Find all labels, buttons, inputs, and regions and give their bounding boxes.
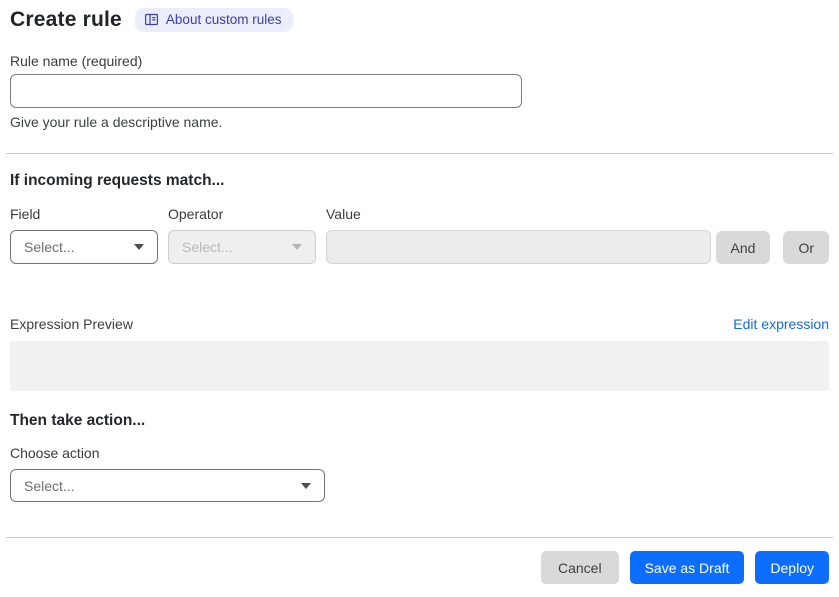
about-custom-rules-link[interactable]: About custom rules [134, 8, 294, 32]
operator-select: Select... [168, 230, 316, 264]
create-rule-page: Create rule About custom rules Rule name… [0, 0, 839, 584]
rule-name-label: Rule name (required) [10, 53, 143, 69]
chevron-down-icon [301, 482, 311, 489]
section-divider [6, 153, 833, 154]
and-button[interactable]: And [715, 231, 771, 264]
match-section-heading: If incoming requests match... [10, 172, 225, 189]
field-label: Field [10, 206, 41, 222]
field-select-value: Select... [24, 239, 75, 255]
value-input [326, 230, 711, 264]
chevron-down-icon [292, 244, 302, 250]
rule-name-helper: Give your rule a descriptive name. [10, 114, 223, 130]
or-button[interactable]: Or [783, 231, 829, 264]
save-as-draft-button[interactable]: Save as Draft [629, 551, 745, 584]
rule-name-input[interactable] [10, 74, 522, 108]
footer-actions: Cancel Save as Draft Deploy [10, 551, 829, 584]
expression-preview-label: Expression Preview [10, 316, 133, 332]
footer-divider [6, 537, 833, 538]
expression-preview-box [10, 341, 829, 391]
book-icon [144, 12, 159, 27]
edit-expression-link[interactable]: Edit expression [733, 316, 829, 332]
conjunction-buttons: And Or [715, 231, 829, 264]
field-column: Field Select... [10, 206, 158, 264]
choose-action-label: Choose action [10, 445, 100, 461]
match-condition-row: Field Select... Operator Select... Value [10, 206, 829, 264]
operator-column: Operator Select... [168, 206, 316, 264]
page-header: Create rule About custom rules [10, 8, 829, 32]
cancel-button[interactable]: Cancel [540, 551, 619, 584]
expression-preview-header: Expression Preview Edit expression [10, 316, 829, 332]
page-title: Create rule [10, 8, 122, 31]
field-select[interactable]: Select... [10, 230, 158, 264]
value-column: Value [326, 206, 711, 264]
value-label: Value [326, 206, 361, 222]
operator-label: Operator [168, 206, 224, 222]
chevron-down-icon [134, 244, 144, 250]
about-custom-rules-label: About custom rules [165, 12, 282, 27]
deploy-button[interactable]: Deploy [755, 551, 829, 584]
operator-select-value: Select... [182, 239, 233, 255]
choose-action-select-value: Select... [24, 477, 75, 494]
choose-action-select[interactable]: Select... [10, 469, 325, 502]
action-section-heading: Then take action... [10, 412, 146, 429]
